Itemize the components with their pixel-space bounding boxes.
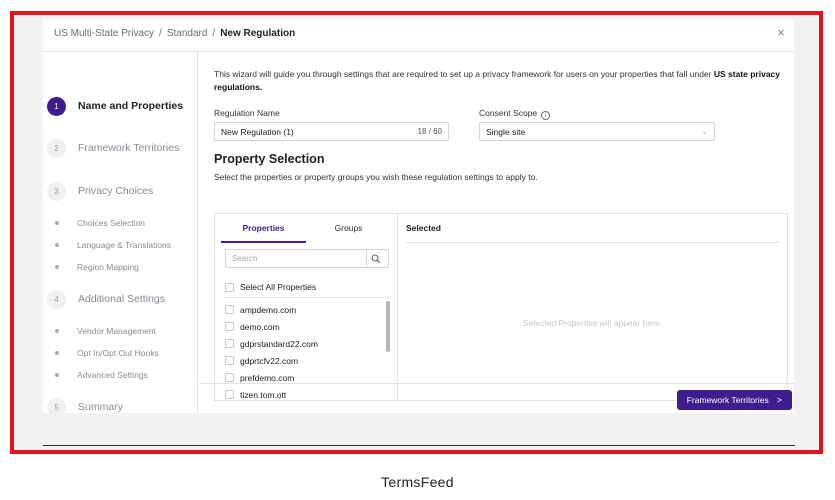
- property-selection-subtitle: Select the properties or property groups…: [214, 172, 538, 182]
- chevron-right-icon: >: [776, 395, 782, 405]
- step-label: Summary: [78, 401, 123, 413]
- select-all-checkbox[interactable]: Select All Properties: [225, 280, 316, 294]
- checkbox[interactable]: [225, 339, 234, 348]
- consent-scope-label-text: Consent Scope: [479, 108, 538, 118]
- substep-advanced-settings[interactable]: Advanced Settings: [55, 368, 148, 382]
- breadcrumb-separator: /: [212, 28, 216, 39]
- available-properties-pane: Properties Groups Select All Properties …: [215, 214, 398, 402]
- regulation-name-value: New Regulation (1): [221, 126, 294, 137]
- breadcrumb-item-framework[interactable]: US Multi-State Privacy: [54, 28, 154, 39]
- chevron-down-icon: ⌄: [701, 127, 708, 136]
- step-additional-settings[interactable]: 4 Additional Settings: [47, 289, 165, 309]
- step-label: Additional Settings: [78, 293, 165, 305]
- step-number: 2: [47, 138, 66, 158]
- step-framework-territories[interactable]: 2 Framework Territories: [47, 138, 179, 158]
- selected-header: Selected: [406, 214, 780, 243]
- wizard-steps-sidebar: 1 Name and Properties 2 Framework Territ…: [43, 52, 198, 417]
- property-tabs: Properties Groups: [221, 214, 391, 243]
- bullet: [55, 351, 59, 355]
- substep-label: Advanced Settings: [77, 370, 148, 380]
- step-number: 4: [47, 289, 66, 309]
- step-label: Privacy Choices: [78, 185, 154, 197]
- tab-groups[interactable]: Groups: [306, 214, 391, 243]
- substep-vendor-management[interactable]: Vendor Management: [55, 324, 156, 338]
- consent-scope-value: Single site: [486, 126, 526, 137]
- checkbox[interactable]: [225, 305, 234, 314]
- substep-label: Opt In/Opt Out Hooks: [77, 348, 159, 358]
- bullet: [55, 265, 59, 269]
- step-privacy-choices[interactable]: 3 Privacy Choices: [47, 181, 153, 201]
- bullet: [55, 221, 59, 225]
- tab-properties[interactable]: Properties: [221, 214, 306, 243]
- step-label: Name and Properties: [78, 100, 184, 112]
- wizard-footer: Framework Territories >: [199, 383, 794, 413]
- property-name: prefdemo.com: [240, 372, 295, 383]
- checkbox[interactable]: [225, 282, 234, 292]
- divider: [43, 445, 795, 446]
- list-item[interactable]: gdprstandard22.com: [225, 335, 385, 352]
- search-field: [225, 249, 389, 268]
- property-name: demo.com: [240, 321, 280, 332]
- select-all-label: Select All Properties: [240, 282, 317, 292]
- list-item[interactable]: ampdemo.com: [225, 301, 385, 318]
- list-item[interactable]: gdprtcfv22.com: [225, 352, 385, 369]
- intro-text: This wizard will guide you through setti…: [214, 68, 788, 94]
- search-icon[interactable]: [366, 250, 385, 267]
- list-scrollbar[interactable]: [386, 301, 390, 352]
- step-number: 5: [47, 397, 66, 417]
- step-number: 1: [47, 96, 66, 116]
- regulation-name-input[interactable]: New Regulation (1) 18 / 60: [214, 122, 449, 141]
- intro-body: This wizard will guide you through setti…: [214, 69, 714, 79]
- breadcrumb: US Multi-State Privacy / Standard / New Regu…: [54, 28, 295, 39]
- wizard-modal: US Multi-State Privacy / Standard / New Regu…: [43, 20, 794, 417]
- substep-label: Region Mapping: [77, 262, 139, 272]
- breadcrumb-current: New Regulation: [220, 28, 296, 39]
- substep-region-mapping[interactable]: Region Mapping: [55, 260, 139, 274]
- bullet: [55, 243, 59, 247]
- step-name-and-properties[interactable]: 1 Name and Properties: [47, 96, 183, 116]
- checkbox[interactable]: [225, 373, 234, 382]
- substep-language-translations[interactable]: Language & Translations: [55, 238, 171, 252]
- substep-label: Vendor Management: [77, 326, 156, 336]
- caption: TermsFeed: [381, 474, 454, 490]
- next-button-label: Framework Territories: [686, 395, 769, 405]
- divider: [225, 297, 389, 298]
- regulation-name-label: Regulation Name: [214, 108, 280, 118]
- substep-label: Choices Selection: [77, 218, 146, 228]
- checkbox[interactable]: [225, 322, 234, 331]
- breadcrumb-separator: /: [159, 28, 162, 39]
- breadcrumb-item-standard[interactable]: Standard: [167, 28, 208, 39]
- next-step-button[interactable]: Framework Territories >: [676, 390, 792, 410]
- character-counter: 18 / 60: [417, 127, 442, 136]
- modal-header: US Multi-State Privacy / Standard / New Regu…: [43, 20, 794, 52]
- property-selection-title: Property Selection: [214, 152, 325, 166]
- checkbox[interactable]: [225, 356, 234, 365]
- bullet: [55, 329, 59, 333]
- property-name: gdprstandard22.com: [240, 338, 318, 349]
- property-name: gdprtcfv22.com: [240, 355, 299, 366]
- step-number: 3: [47, 181, 66, 201]
- step-label: Framework Territories: [78, 142, 180, 154]
- empty-state-message: Selected Properties will appear here.: [523, 318, 662, 328]
- substep-label: Language & Translations: [77, 240, 172, 250]
- info-icon[interactable]: i: [541, 111, 551, 120]
- bullet: [55, 373, 59, 377]
- search-input[interactable]: [226, 254, 366, 263]
- substep-opt-in-opt-out-hooks[interactable]: Opt In/Opt Out Hooks: [55, 346, 159, 360]
- list-item[interactable]: demo.com: [225, 318, 385, 335]
- property-name: ampdemo.com: [240, 304, 297, 315]
- step-summary[interactable]: 5 Summary: [47, 397, 123, 417]
- close-icon[interactable]: ×: [774, 26, 788, 40]
- property-picker: Properties Groups Select All Properties …: [214, 213, 788, 402]
- consent-scope-label: Consent Scope i: [479, 108, 551, 120]
- selected-properties-pane: Selected Selected Properties will appear…: [398, 214, 787, 402]
- consent-scope-select[interactable]: Single site ⌄: [479, 122, 715, 141]
- substep-choices-selection[interactable]: Choices Selection: [55, 216, 145, 230]
